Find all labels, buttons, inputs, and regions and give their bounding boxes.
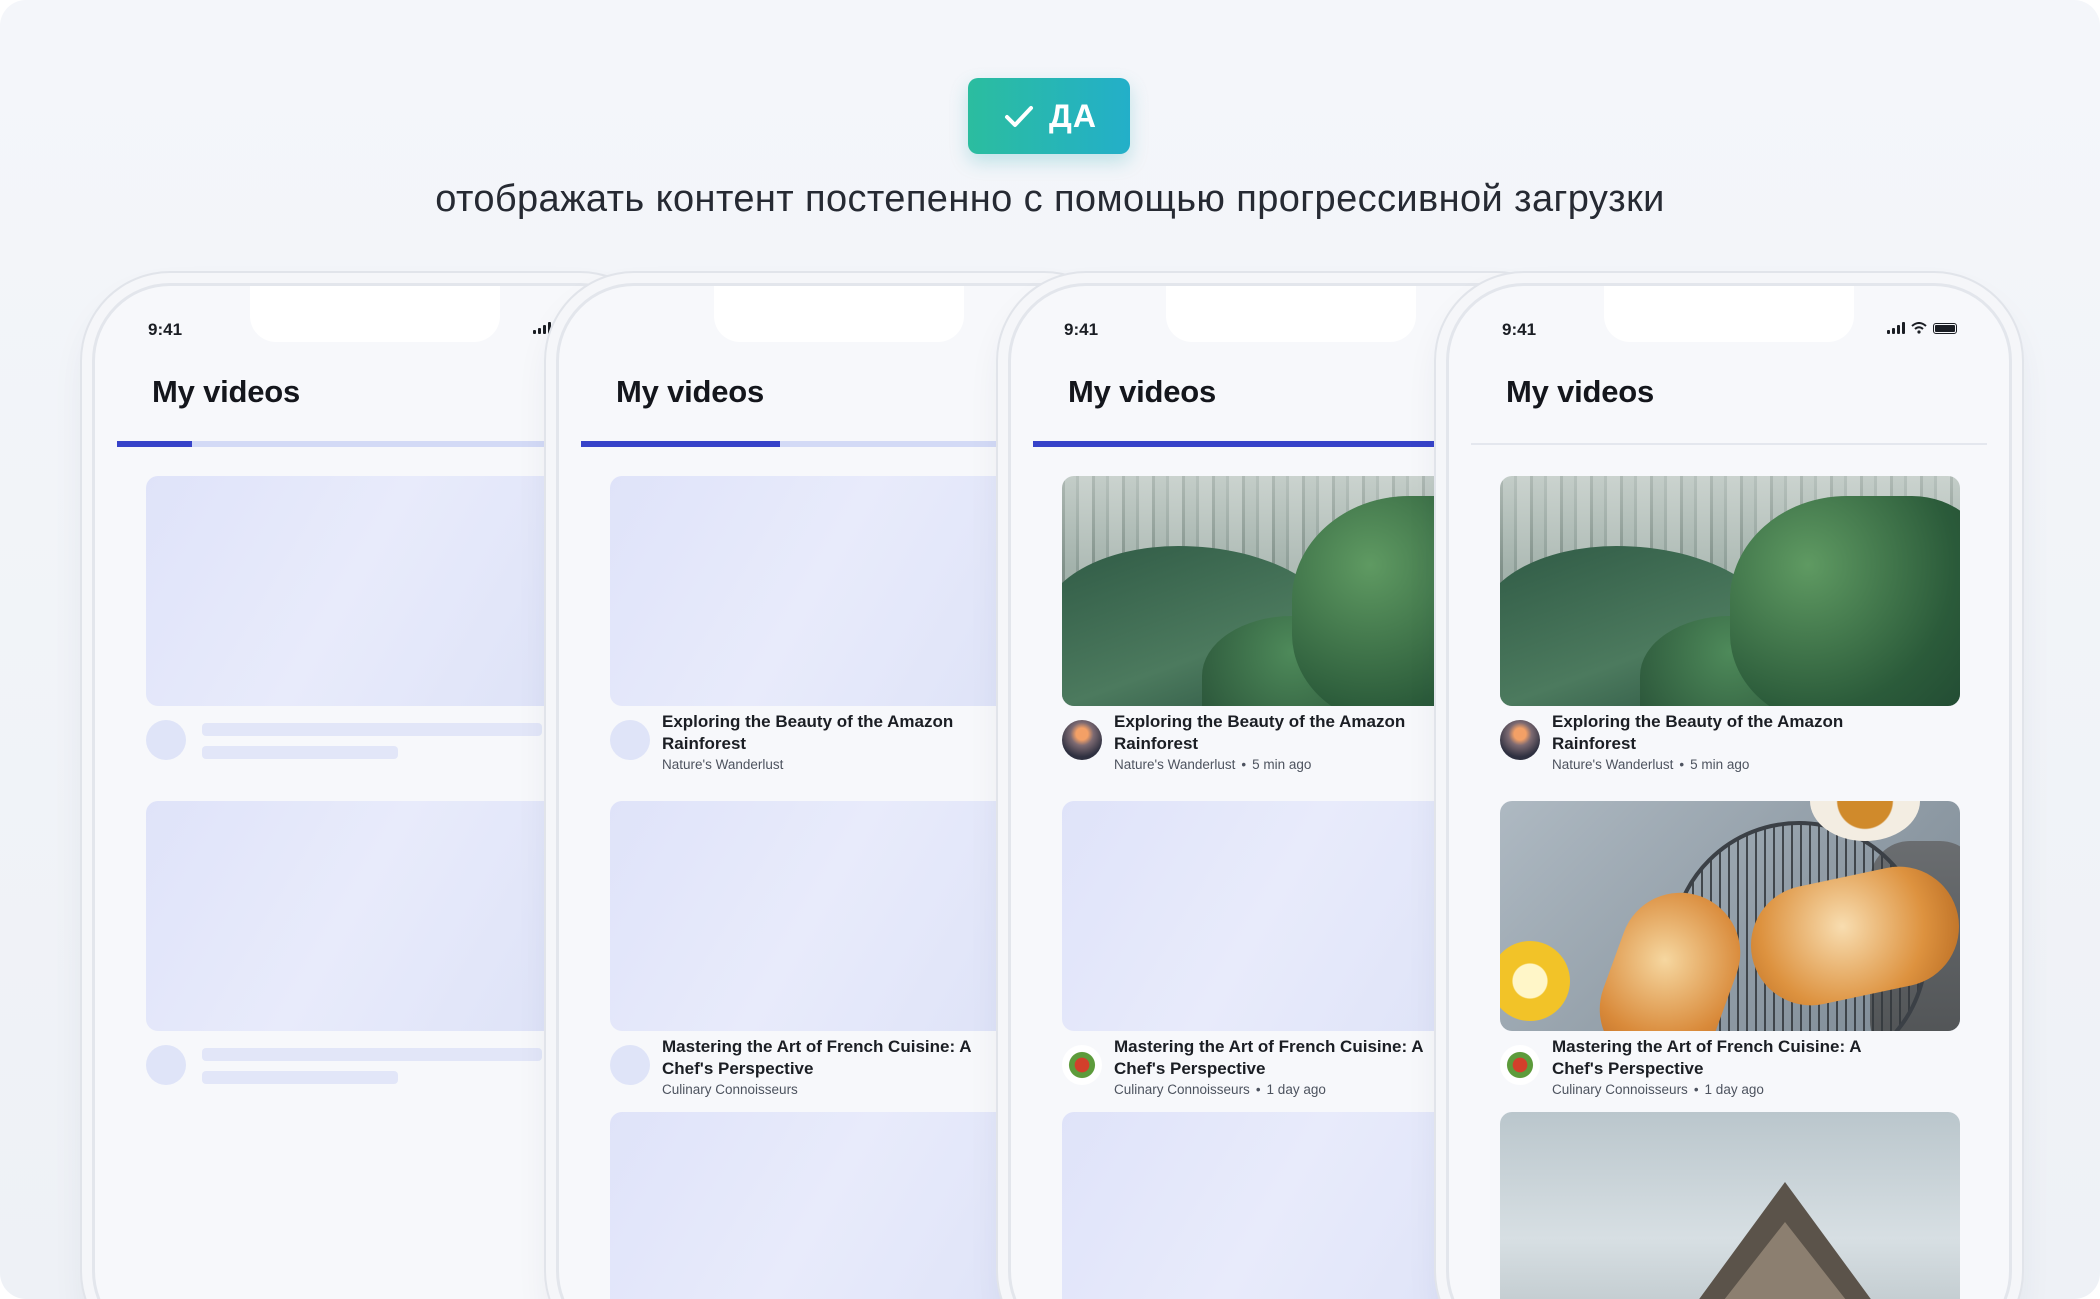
signal-icon — [533, 322, 551, 334]
channel-name: Nature's Wanderlust — [1552, 757, 1674, 772]
video-age: 1 day ago — [1266, 1082, 1326, 1097]
separator: • — [1241, 757, 1247, 772]
video-age: 1 day ago — [1704, 1082, 1764, 1097]
loading-progress-fill — [581, 441, 781, 447]
thumbnail-placeholder — [610, 476, 1070, 706]
status-time: 9:41 — [1064, 320, 1099, 339]
wifi-icon — [1911, 322, 1927, 334]
video-title[interactable]: Mastering the Art of French Cuisine: A C… — [1114, 1036, 1454, 1080]
video-title[interactable]: Exploring the Beauty of the Amazon Rainf… — [1114, 711, 1454, 755]
phone-stage-4: 9:41 My videos Exploring the Beauty of t… — [1446, 283, 2012, 1299]
notch — [714, 286, 964, 342]
title-placeholder — [202, 1048, 542, 1061]
notch — [250, 286, 500, 342]
video-age: 5 min ago — [1252, 757, 1312, 772]
video-title: Exploring the Beauty of the Amazon Rainf… — [662, 712, 954, 753]
signal-icon — [1887, 322, 1905, 334]
loading-progress-fill — [1033, 441, 1480, 447]
video-meta: Nature's Wanderlust • 5 min ago — [1552, 757, 1749, 772]
pyramid-thumbnail[interactable] — [1500, 1112, 1960, 1299]
video-title[interactable]: Exploring the Beauty of the Amazon Rainf… — [1552, 711, 1892, 755]
rainforest-thumbnail[interactable] — [1500, 476, 1960, 706]
thumbnail-placeholder — [610, 801, 1070, 1031]
meta-placeholder — [202, 1071, 398, 1084]
title-placeholder — [202, 723, 542, 736]
badge-label: ДА — [1049, 97, 1097, 134]
croissant-thumbnail[interactable] — [1500, 801, 1960, 1031]
caption: отображать контент постепенно с помощью … — [435, 178, 1665, 220]
avatar-placeholder — [610, 1045, 650, 1085]
separator: • — [1255, 1082, 1261, 1097]
page-title: My videos — [616, 374, 765, 409]
channel-name: Nature's Wanderlust — [662, 757, 784, 772]
video-meta: Nature's Wanderlust • 5 min ago — [1114, 757, 1311, 772]
separator: • — [1679, 757, 1685, 772]
channel-name: Culinary Connoisseurs — [1552, 1082, 1688, 1097]
channel-avatar[interactable] — [1500, 1045, 1540, 1085]
channel-name: Nature's Wanderlust — [1114, 757, 1236, 772]
notch — [1604, 286, 1854, 342]
notch — [1166, 286, 1416, 342]
video-title[interactable]: Mastering the Art of French Cuisine: A C… — [1552, 1036, 1892, 1080]
status-time: 9:41 — [148, 320, 183, 339]
page-title: My videos — [152, 374, 301, 409]
status-time: 9:41 — [1502, 320, 1537, 339]
channel-name: Culinary Connoisseurs — [1114, 1082, 1250, 1097]
channel-avatar[interactable] — [1500, 720, 1540, 760]
video-title: Mastering the Art of French Cuisine: A C… — [662, 1037, 971, 1078]
channel-avatar[interactable] — [1062, 1045, 1102, 1085]
thumbnail-placeholder — [146, 476, 606, 706]
page-title: My videos — [1068, 374, 1217, 409]
battery-icon — [1933, 322, 1957, 334]
channel-name: Culinary Connoisseurs — [662, 1082, 798, 1097]
page-title: My videos — [1506, 374, 1655, 409]
thumbnail-placeholder — [146, 801, 606, 1031]
video-meta: Culinary Connoisseurs • 1 day ago — [1114, 1082, 1326, 1097]
avatar-placeholder — [610, 720, 650, 760]
meta-placeholder — [202, 746, 398, 759]
avatar-placeholder — [146, 720, 186, 760]
separator: • — [1693, 1082, 1699, 1097]
avatar-placeholder — [146, 1045, 186, 1085]
header-divider — [1471, 443, 1987, 445]
check-icon — [1005, 106, 1034, 127]
thumbnail-placeholder — [610, 1112, 1070, 1299]
status-icons — [1887, 322, 1957, 334]
loading-progress-fill — [117, 441, 193, 447]
video-meta: Culinary Connoisseurs — [662, 1082, 798, 1097]
canvas: ДА отображать контент постепенно с помощ… — [0, 0, 2100, 1299]
channel-avatar[interactable] — [1062, 720, 1102, 760]
yes-badge: ДА — [968, 78, 1130, 154]
video-meta: Culinary Connoisseurs • 1 day ago — [1552, 1082, 1764, 1097]
video-age: 5 min ago — [1690, 757, 1750, 772]
video-meta: Nature's Wanderlust — [662, 757, 783, 772]
